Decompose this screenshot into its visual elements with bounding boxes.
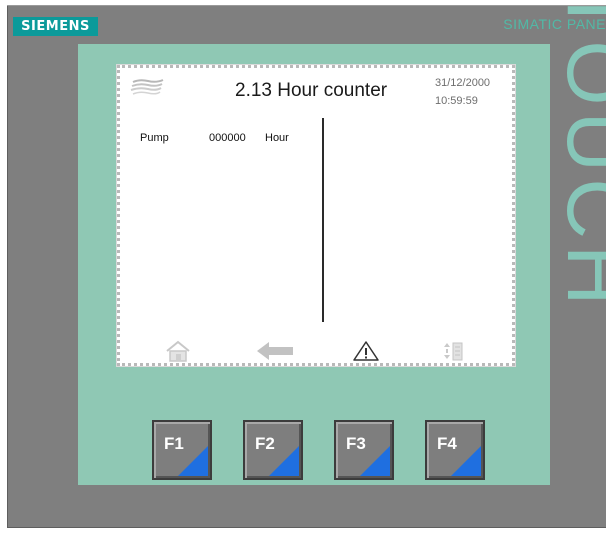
hmi-panel-page: SIEMENS SIMATIC PANE TOUCH 2.13 Hour cou… <box>0 0 606 536</box>
f1-key[interactable]: F1 <box>152 420 212 480</box>
f4-key[interactable]: F4 <box>425 420 485 480</box>
time-display: 10:59:59 <box>435 95 478 107</box>
back-arrow-icon[interactable] <box>255 340 295 362</box>
date-display: 31/12/2000 <box>435 77 491 89</box>
screen-title: 2.13 Hour counter <box>235 80 388 101</box>
siemens-logo: SIEMENS <box>13 17 98 36</box>
settings-icon[interactable] <box>443 340 465 362</box>
touch-side-label: TOUCH <box>550 0 606 312</box>
counter-name: Pump <box>140 132 169 144</box>
counter-value: 000000 <box>209 132 246 144</box>
warning-icon[interactable] <box>352 340 380 362</box>
f4-key-corner-icon <box>451 446 481 476</box>
counter-unit: Hour <box>265 132 289 144</box>
f1-key-corner-icon <box>178 446 208 476</box>
f3-key-corner-icon <box>360 446 390 476</box>
f2-key-corner-icon <box>269 446 299 476</box>
home-icon[interactable] <box>165 340 191 362</box>
f2-key[interactable]: F2 <box>243 420 303 480</box>
hmi-screen: 2.13 Hour counter 31/12/2000 10:59:59 Pu… <box>116 64 516 367</box>
f3-key[interactable]: F3 <box>334 420 394 480</box>
column-divider <box>322 118 324 322</box>
screen-logo-icon <box>130 79 164 95</box>
